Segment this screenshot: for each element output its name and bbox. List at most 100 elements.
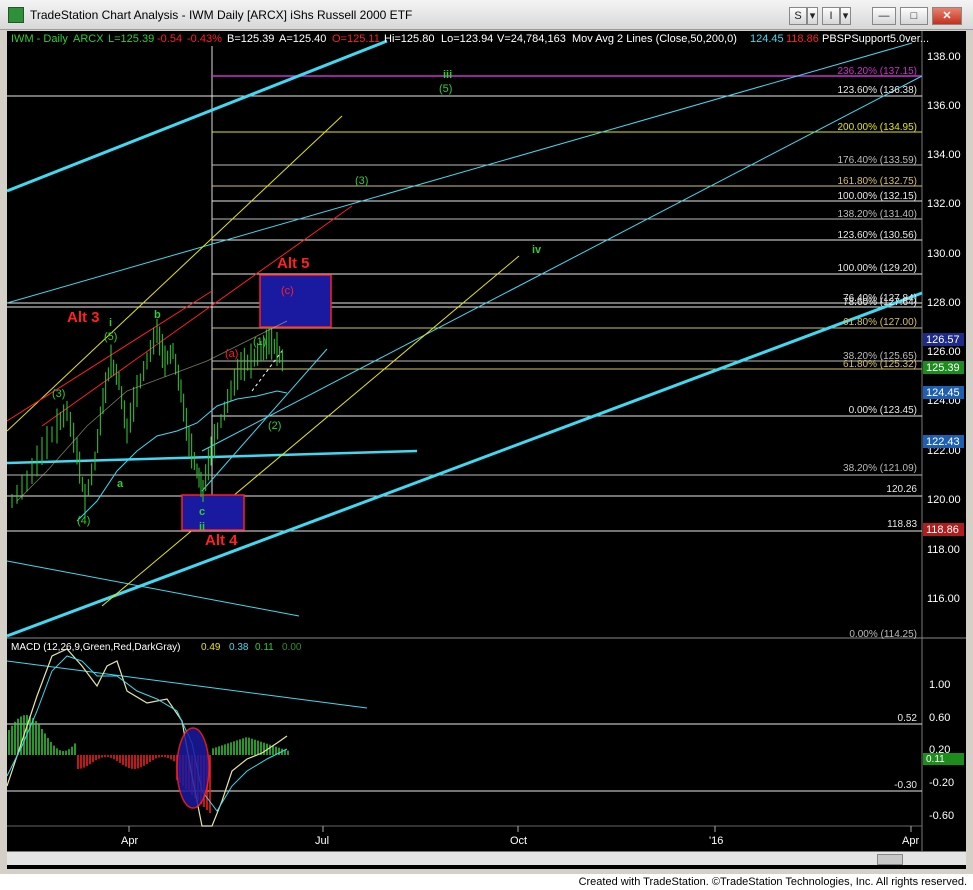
indicator-dropdown-button[interactable]: ▾: [840, 7, 851, 25]
svg-text:126.00: 126.00: [927, 346, 961, 358]
scrollbar-thumb[interactable]: [877, 854, 903, 865]
alt3-label: Alt 3: [67, 309, 100, 326]
fib-label: 236.20% (137.15): [837, 66, 917, 77]
macd-value-2: 0.38: [229, 642, 249, 653]
wave-1-label: (1): [253, 336, 266, 348]
macd-label: MACD (12,26,9,Green,Red,DarkGray): [11, 642, 181, 653]
fib-label: 61.80% (127.00): [843, 317, 917, 328]
macd-badge: 0.11: [926, 754, 945, 765]
svg-text:-0.60: -0.60: [929, 810, 954, 822]
svg-text:138.00: 138.00: [927, 51, 961, 63]
wave-ii-label: ii: [199, 521, 205, 533]
wave-5-label: (5): [104, 331, 117, 343]
window-titlebar: TradeStation Chart Analysis - IWM Daily …: [0, 0, 973, 30]
s-dropdown-button[interactable]: ▾: [807, 7, 818, 25]
high-mark-badge: 126.57: [926, 334, 960, 346]
wave-i-label: i: [109, 317, 112, 329]
ma200-value: 118.86: [786, 33, 819, 45]
last-price-badge: 125.39: [926, 362, 960, 374]
study-label: PBSPSupport5.0ver...: [822, 33, 929, 45]
macd-panel: MACD (12,26,9,Green,Red,DarkGray) 0.49 0…: [7, 642, 964, 827]
fib-label: 100.00% (132.15): [837, 191, 917, 202]
footer-text: Created with TradeStation. ©TradeStation…: [578, 876, 967, 888]
horizontal-scrollbar[interactable]: [7, 851, 966, 865]
svg-text:136.00: 136.00: [927, 100, 961, 112]
fib-labels: 236.20% (137.15) 123.60% (136.38) 200.00…: [837, 66, 917, 640]
alt5-label: Alt 5: [277, 255, 310, 272]
fib-label: 61.80% (125.32): [843, 359, 917, 370]
svg-text:120.00: 120.00: [927, 494, 961, 506]
last-price: L=125.39: [108, 33, 154, 45]
minimize-button[interactable]: —: [872, 7, 896, 25]
fib-label: 118.83: [887, 519, 917, 530]
wave-3-label: (3): [52, 388, 65, 400]
window-title: TradeStation Chart Analysis - IWM Daily …: [30, 8, 413, 22]
fib-label: 161.80% (132.75): [837, 176, 917, 187]
wave-b-label: b: [154, 309, 161, 321]
volume: V=24,784,163: [497, 33, 566, 45]
macd-value-1: 0.49: [201, 642, 221, 653]
wave-c-red-label: (c): [281, 285, 294, 297]
svg-text:0.60: 0.60: [929, 712, 950, 724]
macd-lower-level: -0.30: [894, 780, 917, 791]
wave-2-label: (2): [268, 420, 281, 432]
wave-c-label: c: [199, 506, 205, 518]
svg-text:-0.20: -0.20: [929, 777, 954, 789]
svg-text:132.00: 132.00: [927, 198, 961, 210]
svg-text:116.00: 116.00: [927, 593, 960, 605]
fib-label: 123.60% (136.38): [837, 85, 917, 96]
support-badge: 122.43: [926, 436, 960, 448]
restore-button[interactable]: □: [900, 7, 928, 25]
ma50-badge: 124.45: [926, 387, 960, 399]
svg-text:1.00: 1.00: [929, 679, 950, 691]
alt5-target-box: [259, 274, 332, 328]
wave-a-red-label: (a): [225, 348, 238, 360]
fib-label: 38.20% (121.09): [843, 463, 917, 474]
svg-text:Apr: Apr: [902, 835, 919, 847]
svg-text:134.00: 134.00: [927, 149, 961, 161]
svg-text:'16: '16: [709, 835, 723, 847]
svg-text:Jul: Jul: [315, 835, 329, 847]
macd-value-4: 0.00: [282, 642, 302, 653]
alt4-label: Alt 4: [205, 532, 238, 549]
fib-label: 123.60% (130.56): [837, 230, 917, 241]
exchange-label: ARCX: [73, 33, 104, 45]
high-price: Hi=125.80: [384, 33, 434, 45]
svg-text:Oct: Oct: [510, 835, 527, 847]
low-price: Lo=123.94: [441, 33, 493, 45]
wave-a-label: a: [117, 478, 124, 490]
fib-lines: [7, 75, 922, 532]
price-chart-svg[interactable]: 236.20% (137.15) 123.60% (136.38) 200.00…: [7, 31, 966, 851]
fib-label: 138.20% (131.40): [837, 209, 917, 220]
price-axis: 138.00 136.00 134.00 132.00 130.00 128.0…: [927, 51, 961, 605]
svg-text:118.00: 118.00: [927, 544, 960, 556]
chart-area[interactable]: 236.20% (137.15) 123.60% (136.38) 200.00…: [7, 31, 966, 869]
tradestation-app-icon: [8, 7, 24, 23]
fib-label: 200.00% (134.95): [837, 122, 917, 133]
fib-label: 78.60% (127.64): [843, 297, 917, 308]
ma200-badge: 118.86: [926, 524, 959, 536]
wave-iii-label: iii: [443, 69, 452, 81]
chart-info-bar: IWM - Daily ARCX L=125.39 -0.54 -0.43% B…: [11, 33, 929, 45]
wave-5-top-label: (5): [439, 83, 452, 95]
alt4-target-box: [181, 494, 245, 531]
indicator-button[interactable]: I: [822, 7, 840, 25]
close-button[interactable]: ✕: [932, 7, 962, 25]
s-button[interactable]: S: [789, 7, 807, 25]
footer: Created with TradeStation. ©TradeStation…: [0, 874, 973, 890]
svg-text:130.00: 130.00: [927, 248, 961, 260]
fib-label: 0.00% (114.25): [849, 629, 917, 640]
fib-label: 176.40% (133.59): [837, 155, 917, 166]
symbol-label: IWM - Daily: [11, 33, 68, 45]
macd-value-3: 0.11: [255, 642, 274, 653]
ma50-value: 124.45: [750, 33, 784, 45]
trend-lines: [7, 39, 923, 638]
fib-label: 0.00% (123.45): [849, 405, 917, 416]
fib-label: 100.00% (129.20): [837, 263, 917, 274]
fib-label: 120.26: [886, 484, 917, 495]
open-price: O=125.11: [332, 33, 380, 45]
ask-price: A=125.40: [279, 33, 326, 45]
price-pct-change: -0.43%: [187, 33, 222, 45]
bid-price: B=125.39: [227, 33, 274, 45]
moving-avg-label: Mov Avg 2 Lines (Close,50,200,0): [572, 33, 737, 45]
